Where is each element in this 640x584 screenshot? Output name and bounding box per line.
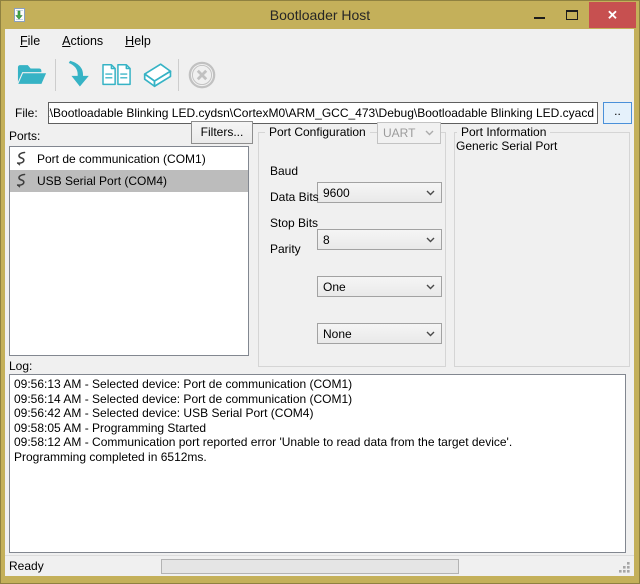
port-list-item[interactable]: Port de communication (COM1) <box>10 148 248 170</box>
open-folder-icon <box>15 60 49 90</box>
chevron-down-icon <box>426 284 435 290</box>
menu-file[interactable]: File <box>9 31 51 51</box>
menu-bar: File Actions Help <box>5 29 634 53</box>
port-configuration-group: Port Configuration UART Baud 9600 Data B… <box>258 132 446 367</box>
log-line: 09:58:12 AM - Communication port reporte… <box>14 435 621 450</box>
parity-select[interactable]: None <box>317 323 442 344</box>
log-output[interactable]: 09:56:13 AM - Selected device: Port de c… <box>9 374 626 553</box>
port-configuration-title: Port Configuration <box>265 125 370 139</box>
browse-button[interactable]: .. <box>603 102 632 124</box>
status-bar: Ready <box>5 555 634 576</box>
protocol-select: UART <box>377 122 441 144</box>
port-information-text: Generic Serial Port <box>456 139 557 153</box>
parity-label: Parity <box>270 242 301 256</box>
menu-help[interactable]: Help <box>114 31 162 51</box>
chevron-down-icon <box>426 190 435 196</box>
bootloader-host-window: Bootloader Host ✕ File Actions Help <box>0 0 640 584</box>
stop-bits-label: Stop Bits <box>270 216 318 230</box>
program-button[interactable] <box>60 57 98 93</box>
close-button[interactable]: ✕ <box>589 2 636 28</box>
ports-list: Port de communication (COM1) USB Serial … <box>9 146 249 356</box>
port-list-item-selected[interactable]: USB Serial Port (COM4) <box>10 170 248 192</box>
port-information-title: Port Information <box>457 125 550 139</box>
progress-bar <box>161 559 459 574</box>
maximize-button[interactable] <box>556 2 589 28</box>
title-bar[interactable]: Bootloader Host ✕ <box>1 1 639 29</box>
status-text: Ready <box>9 559 44 573</box>
chevron-down-icon <box>426 237 435 243</box>
abort-button <box>183 57 221 93</box>
serial-port-icon <box>14 151 28 167</box>
log-label: Log: <box>9 359 32 373</box>
baud-label: Baud <box>270 164 298 178</box>
baud-select[interactable]: 9600 <box>317 182 442 203</box>
resize-grip-icon[interactable] <box>618 561 631 574</box>
minimize-icon <box>534 17 545 19</box>
toolbar-separator <box>178 59 179 91</box>
log-line: Programming completed in 6512ms. <box>14 450 621 465</box>
file-path-input[interactable]: ader_41xx\Bootloadable Blinking LED.cyds… <box>48 102 598 124</box>
file-label: File: <box>15 106 38 120</box>
data-bits-label: Data Bits <box>270 190 319 204</box>
port-information-group: Port Information Generic Serial Port <box>454 132 630 367</box>
toolbar-separator <box>55 59 56 91</box>
log-line: 09:58:05 AM - Programming Started <box>14 421 621 436</box>
verify-button[interactable] <box>98 57 136 93</box>
open-file-button[interactable] <box>13 57 51 93</box>
log-line: 09:56:13 AM - Selected device: Port de c… <box>14 377 621 392</box>
ports-label: Ports: <box>9 129 40 143</box>
toolbar <box>5 53 634 97</box>
circle-x-icon <box>187 60 217 90</box>
serial-port-icon <box>14 173 28 189</box>
chevron-down-icon <box>425 130 434 136</box>
log-line: 09:56:42 AM - Selected device: USB Seria… <box>14 406 621 421</box>
documents-icon <box>100 61 134 89</box>
eraser-icon <box>136 60 174 90</box>
data-bits-select[interactable]: 8 <box>317 229 442 250</box>
filters-button[interactable]: Filters... <box>191 121 253 144</box>
stop-bits-select[interactable]: One <box>317 276 442 297</box>
log-line: 09:56:14 AM - Selected device: Port de c… <box>14 392 621 407</box>
menu-actions[interactable]: Actions <box>51 31 114 51</box>
download-arrow-icon <box>64 59 94 91</box>
close-icon: ✕ <box>607 9 618 22</box>
minimize-button[interactable] <box>523 2 556 28</box>
erase-button[interactable] <box>136 57 174 93</box>
chevron-down-icon <box>426 331 435 337</box>
maximize-icon <box>566 10 578 20</box>
